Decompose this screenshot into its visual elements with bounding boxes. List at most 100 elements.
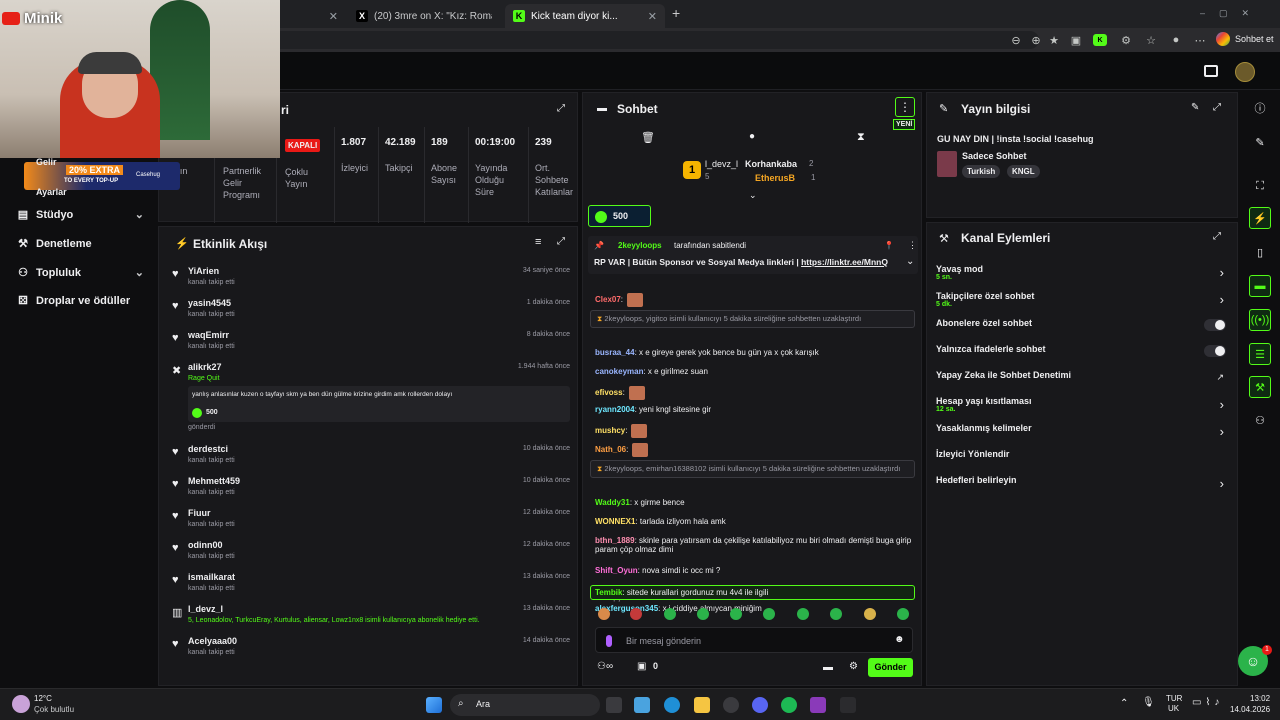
chat-username[interactable]: efivoss: [595, 388, 623, 397]
chat-username[interactable]: Nath_06: [595, 445, 626, 454]
filter-icon[interactable]: ≡: [535, 236, 541, 248]
trash-icon[interactable]: 🗑: [641, 131, 655, 144]
info-icon[interactable]: ⓘ: [1249, 97, 1271, 119]
send-button[interactable]: Gönder: [868, 658, 913, 677]
emote-icon[interactable]: [664, 608, 676, 620]
chat-message[interactable]: Clex07:: [595, 293, 915, 307]
close-tab-icon[interactable]: ✕: [648, 10, 657, 23]
chat-username[interactable]: WONNEX1: [595, 517, 635, 526]
pinned-link[interactable]: https://linktr.ee/MnnQ: [801, 257, 888, 267]
tag-chip[interactable]: Turkish: [962, 165, 1001, 178]
activity-user[interactable]: ismailkarat: [188, 572, 235, 582]
unpin-icon[interactable]: 📍: [884, 241, 894, 250]
kick-amount-pill[interactable]: 500: [588, 205, 651, 227]
popout-icon[interactable]: ⤢: [557, 236, 565, 247]
channel-action-item[interactable]: Yasaklanmış kelimeler ›: [936, 423, 1228, 439]
language-code[interactable]: TUR: [1166, 694, 1182, 703]
emote-icon[interactable]: [598, 608, 610, 620]
chevron-down-icon[interactable]: ⌄: [906, 256, 914, 267]
channel-action-item[interactable]: Hedefleri belirleyin ›: [936, 475, 1228, 491]
star-icon[interactable]: ★: [1046, 32, 1062, 48]
edit-icon[interactable]: ✎: [1191, 102, 1199, 113]
app-icon[interactable]: [810, 697, 826, 713]
people-icon[interactable]: ⚇∞: [597, 661, 613, 672]
sidebar-item-moderation[interactable]: ⚒ Denetleme: [16, 237, 144, 251]
task-view-icon[interactable]: [606, 697, 622, 713]
browser-tab-kick[interactable]: K Kick team diyor ki... ✕: [505, 4, 665, 28]
chat-username[interactable]: ryann2004: [595, 405, 635, 414]
windows-start-icon[interactable]: [426, 697, 442, 713]
sidebar-item-studio[interactable]: ▤ Stüdyo ⌄: [16, 208, 144, 222]
kick-app-icon[interactable]: [840, 697, 856, 713]
leader-name[interactable]: EtherusB: [755, 173, 795, 183]
puzzle-icon[interactable]: ⚙: [1118, 32, 1134, 48]
file-explorer-icon[interactable]: [694, 697, 710, 713]
channel-action-item[interactable]: Takipçilere özel sohbet 5 dk. ›: [936, 291, 1228, 308]
activity-user[interactable]: YiArien: [188, 266, 219, 276]
chat-message[interactable]: Shift_Oyun: nova simdi ic occ mi ?: [595, 566, 915, 575]
leader-name[interactable]: l_devz_l: [705, 159, 738, 169]
fullscreen-icon[interactable]: ⛶: [1249, 175, 1271, 197]
emote-icon[interactable]: [830, 608, 842, 620]
activity-user[interactable]: l_devz_l: [188, 604, 223, 614]
chat-message[interactable]: busraa_44: x e gireye gerek yok bence bu…: [595, 348, 915, 357]
chat-message[interactable]: canokeyman: x e girilmez suan: [595, 367, 915, 376]
emote-icon[interactable]: [797, 608, 809, 620]
studio-icon[interactable]: [1204, 65, 1218, 77]
document-icon[interactable]: ▯: [1249, 241, 1271, 263]
chat-message[interactable]: efivoss:: [595, 386, 915, 400]
user-avatar[interactable]: [1235, 62, 1255, 82]
sidebar-item-partial[interactable]: Gelir: [36, 157, 57, 167]
emote-icon[interactable]: [730, 608, 742, 620]
chat-icon[interactable]: ●: [749, 131, 755, 142]
activity-user[interactable]: Acelyaaa00: [188, 636, 237, 646]
chat-message[interactable]: Waddy31: x girme bence: [595, 498, 915, 507]
channel-action-item[interactable]: Yapay Zeka ile Sohbet Denetimi ↗: [936, 370, 1228, 383]
taskbar-search[interactable]: ⌕ Ara: [450, 694, 600, 716]
chat-username[interactable]: Shift_Oyun: [595, 566, 638, 575]
channel-action-item[interactable]: İzleyici Yönlendir: [936, 449, 1228, 459]
favorites-icon[interactable]: ☆: [1143, 32, 1159, 48]
chat-username[interactable]: Waddy31: [595, 498, 630, 507]
zoom-out-icon[interactable]: ⊖: [1008, 32, 1024, 48]
category-name[interactable]: Sadece Sohbet: [962, 151, 1027, 161]
external-link-icon[interactable]: ↗: [1216, 372, 1224, 383]
activity-user[interactable]: Mehmett459: [188, 476, 240, 486]
toggle-switch[interactable]: [1204, 345, 1226, 357]
people-icon[interactable]: ⚇: [1249, 409, 1271, 431]
extension-icon[interactable]: ▣: [1068, 32, 1084, 48]
chat-menu-button[interactable]: ⋮: [895, 97, 915, 117]
chat-username[interactable]: Clex07: [595, 295, 621, 304]
tag-chip[interactable]: KNGL: [1007, 165, 1040, 178]
emote-icon[interactable]: [763, 608, 775, 620]
copilot-icon[interactable]: [634, 697, 650, 713]
chevron-down-icon[interactable]: ⌄: [749, 190, 757, 201]
chat-bubble-icon[interactable]: ▬: [823, 662, 833, 673]
toggle-switch[interactable]: [1204, 319, 1226, 331]
popout-icon[interactable]: ⤢: [557, 103, 565, 114]
popout-icon[interactable]: ⤢: [1213, 231, 1221, 242]
leader-name[interactable]: Korhankaba: [745, 159, 797, 169]
activity-user[interactable]: odinn00: [188, 540, 223, 550]
broadcast-icon[interactable]: ((•)): [1249, 309, 1271, 331]
chevron-right-icon[interactable]: ›: [1220, 397, 1224, 412]
pencil-icon[interactable]: ✎: [1249, 131, 1271, 153]
activity-user[interactable]: waqEmirr: [188, 330, 229, 340]
channel-action-item[interactable]: Hesap yaşı kısıtlaması 12 sa. ›: [936, 396, 1228, 413]
more-icon[interactable]: ⋯: [1192, 32, 1208, 48]
kick-extension-icon[interactable]: K: [1093, 34, 1107, 46]
close-tab-icon[interactable]: ✕: [329, 10, 338, 23]
emoji-icon[interactable]: ☻: [894, 634, 905, 645]
edge-icon[interactable]: [664, 697, 680, 713]
emote-icon[interactable]: [864, 608, 876, 620]
channel-action-item[interactable]: Yalnızca ifadelerle sohbet: [936, 344, 1228, 357]
sidebar-item-partial[interactable]: Ayarlar: [36, 187, 67, 197]
more-icon[interactable]: ⋮: [908, 240, 917, 251]
lightning-icon[interactable]: ⚡: [1249, 207, 1271, 229]
channel-action-item[interactable]: Abonelere özel sohbet: [936, 318, 1228, 331]
activity-user[interactable]: derdestci: [188, 444, 228, 454]
popout-icon[interactable]: ⤢: [1213, 102, 1221, 113]
system-tray-icons[interactable]: ▭⌇♪: [1192, 697, 1223, 708]
activity-user[interactable]: yasin4545: [188, 298, 231, 308]
gear-icon[interactable]: ⚙: [849, 661, 858, 672]
